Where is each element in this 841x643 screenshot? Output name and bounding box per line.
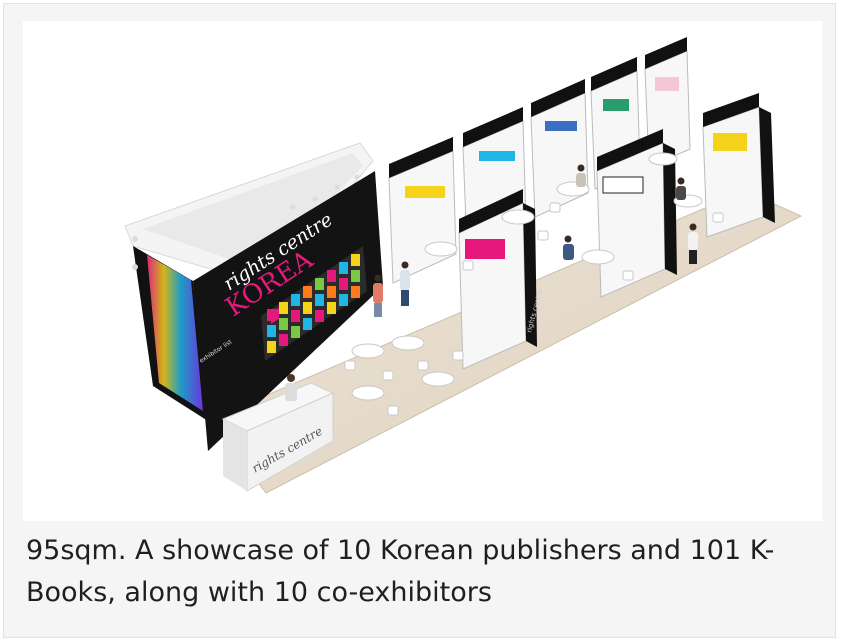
side-wall-strip [147, 255, 203, 411]
image-card: rights centre KOREA exhibitor list right… [3, 3, 836, 638]
booth-illustration: rights centre KOREA exhibitor list right… [124, 37, 803, 494]
image-caption: 95sqm. A showcase of 10 Korean publisher… [26, 535, 775, 608]
person-at-desk [285, 374, 297, 401]
shelf-unit [388, 137, 457, 284]
shelf-unit [530, 79, 589, 218]
reception-desk-side [223, 419, 247, 491]
booth-rendering: rights centre KOREA exhibitor list right… [23, 21, 822, 521]
